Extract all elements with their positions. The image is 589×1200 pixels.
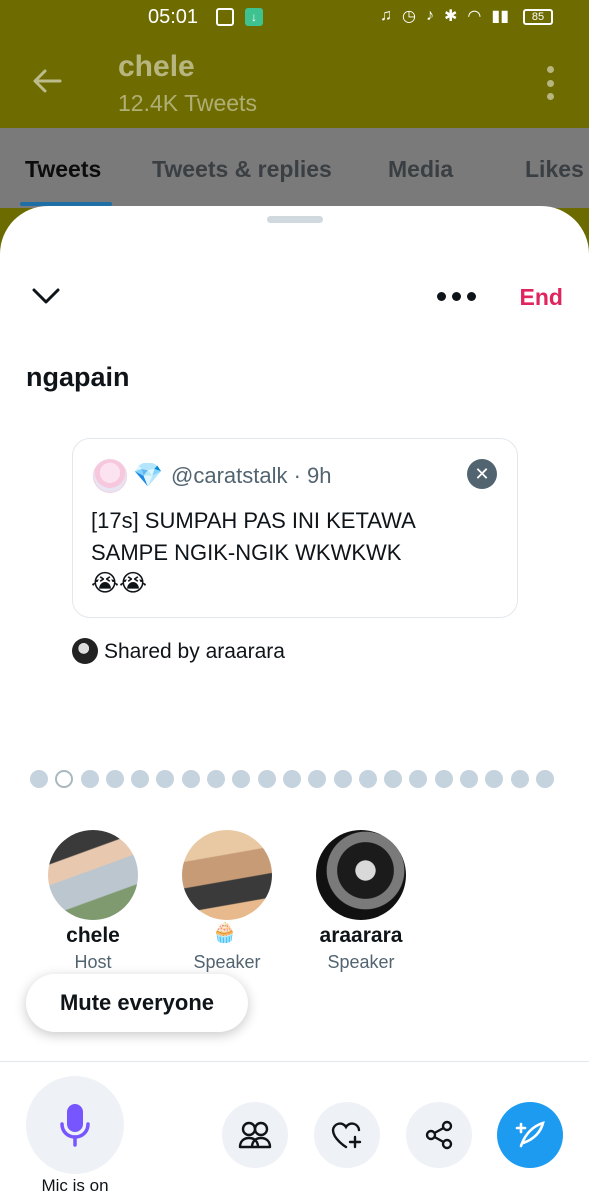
pager-dot[interactable] xyxy=(80,770,99,788)
sharer-avatar xyxy=(72,638,98,664)
profile-name: chele xyxy=(118,50,195,83)
pager-dot[interactable] xyxy=(358,770,377,788)
speaker-role: Host xyxy=(74,952,112,972)
wifi-icon: ◠ xyxy=(467,8,482,25)
back-arrow-icon[interactable] xyxy=(30,64,64,98)
mute-icon: ♪ xyxy=(426,7,435,24)
pinned-tweet-card[interactable]: 💎 @caratstalk · 9h ✕ [17s] SUMPAH PAS IN… xyxy=(72,438,518,618)
gem-emoji-icon: 💎 xyxy=(133,462,163,489)
speaker-item[interactable]: araarara Speaker xyxy=(311,830,411,973)
compose-feather-icon xyxy=(515,1121,545,1148)
pager-dot[interactable] xyxy=(434,770,453,788)
divider xyxy=(0,1061,589,1062)
profile-tabs: Tweets Tweets & replies Media Likes xyxy=(0,128,589,208)
compose-tweet-button[interactable] xyxy=(497,1102,563,1168)
tweet-count: 12.4K Tweets xyxy=(118,90,257,116)
pager-dot[interactable] xyxy=(131,770,150,788)
pager-dot[interactable] xyxy=(535,770,554,788)
speaker-role: Speaker xyxy=(193,952,261,972)
pager-dot[interactable] xyxy=(181,770,200,788)
pager-dot[interactable] xyxy=(384,770,403,788)
speaker-role: Speaker xyxy=(327,952,395,972)
speaker-name: araarara xyxy=(319,924,403,947)
pager-dot[interactable] xyxy=(485,770,504,788)
tweet-handle: @caratstalk · 9h xyxy=(171,463,332,488)
space-title: ngapain xyxy=(26,362,130,392)
heart-plus-icon xyxy=(331,1122,362,1149)
battery-icon: 85 xyxy=(523,9,553,25)
status-icons: ♫ ◷ ♪ ✱ ◠ ▮▮ xyxy=(380,6,509,26)
pager-dot[interactable] xyxy=(30,770,48,788)
gallery-icon xyxy=(216,8,234,26)
pager-dot[interactable] xyxy=(409,770,428,788)
tweet-emoji: 😭😭 xyxy=(91,570,148,597)
chevron-down-icon[interactable] xyxy=(30,284,62,308)
tab-media[interactable]: Media xyxy=(388,156,453,183)
react-button[interactable] xyxy=(314,1102,380,1168)
pager-dot[interactable] xyxy=(207,770,226,788)
tweet-text: [17s] SUMPAH PAS INI KETAWA SAMPE NGIK-N… xyxy=(91,508,415,565)
overflow-menu-icon[interactable] xyxy=(547,66,555,100)
pager-dot[interactable] xyxy=(232,770,251,788)
end-space-button[interactable]: End xyxy=(520,284,563,311)
pager-dot[interactable] xyxy=(460,770,479,788)
alarm-icon: ◷ xyxy=(402,8,417,25)
pager-dot[interactable] xyxy=(333,770,352,788)
pager-dot[interactable] xyxy=(510,770,529,788)
pager-dot[interactable] xyxy=(55,770,74,788)
pager-dot[interactable] xyxy=(282,770,301,788)
share-button[interactable] xyxy=(406,1102,472,1168)
speaker-name: chele xyxy=(66,924,120,947)
microphone-icon xyxy=(60,1104,90,1147)
cupcake-emoji-icon: 🧁 xyxy=(212,922,237,944)
speaker-host[interactable]: chele Host xyxy=(43,830,143,973)
avatar xyxy=(316,830,406,920)
mic-status-label: Mic is on xyxy=(41,1176,109,1195)
pager-dot[interactable] xyxy=(257,770,276,788)
close-icon[interactable]: ✕ xyxy=(467,459,497,489)
status-bar: 05:01 ↓ ♫ ◷ ♪ ✱ ◠ ▮▮ 85 xyxy=(0,0,589,36)
headphones-icon: ♫ xyxy=(380,7,393,24)
share-icon xyxy=(425,1120,453,1150)
mic-toggle-button[interactable] xyxy=(26,1076,124,1174)
pager-dot[interactable] xyxy=(308,770,327,788)
tab-likes[interactable]: Likes xyxy=(525,156,584,183)
tweet-author-avatar xyxy=(93,459,127,493)
profile-header: chele 12.4K Tweets xyxy=(0,36,589,128)
pager-dots xyxy=(30,770,554,788)
people-button[interactable] xyxy=(222,1102,288,1168)
drag-handle[interactable] xyxy=(267,216,323,223)
mute-everyone-button[interactable]: Mute everyone xyxy=(26,974,248,1032)
tab-tweets-replies[interactable]: Tweets & replies xyxy=(152,156,332,183)
download-icon: ↓ xyxy=(245,8,263,26)
pager-dot[interactable] xyxy=(105,770,124,788)
pager-dot[interactable] xyxy=(156,770,175,788)
people-icon xyxy=(238,1121,272,1149)
tab-tweets[interactable]: Tweets xyxy=(25,156,101,183)
signal-icon: ▮▮ xyxy=(491,8,509,25)
avatar xyxy=(182,830,272,920)
bluetooth-icon: ✱ xyxy=(444,8,458,25)
speaker-item[interactable]: 🧁 Speaker xyxy=(177,830,277,973)
avatar xyxy=(48,830,138,920)
shared-by-label: Shared by araarara xyxy=(104,640,285,663)
more-options-icon[interactable] xyxy=(437,292,476,301)
status-time: 05:01 xyxy=(148,6,199,28)
space-sheet: End ngapain 💎 @caratstalk · 9h ✕ [17s] S… xyxy=(0,206,589,1200)
